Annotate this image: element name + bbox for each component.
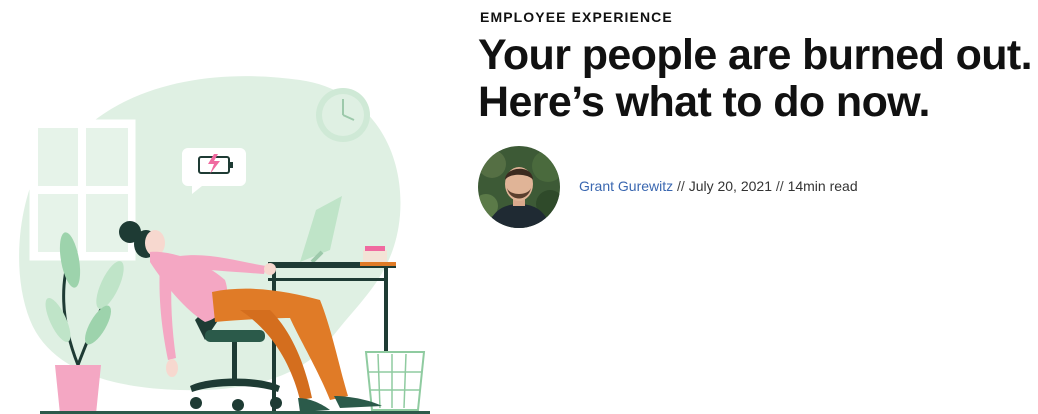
desk-organizer: [363, 250, 387, 262]
byline: Grant Gurewitz // July 20, 2021 // 14min…: [478, 146, 1033, 228]
window: [29, 119, 136, 261]
category-label[interactable]: EMPLOYEE EXPERIENCE: [480, 9, 673, 25]
hero-illustration: [0, 0, 440, 414]
wastebasket: [364, 351, 426, 411]
read-time: 14min read: [787, 178, 858, 194]
article-title: Your people are burned out. Here’s what …: [478, 32, 1033, 126]
article-title-line-2: Here’s what to do now.: [478, 78, 930, 126]
author-avatar[interactable]: [478, 146, 560, 228]
author-link[interactable]: Grant Gurewitz: [579, 178, 673, 194]
byline-separator: //: [677, 178, 685, 194]
byline-separator: //: [775, 178, 784, 194]
publish-date: July 20, 2021: [688, 178, 772, 194]
article-title-line-1: Your people are burned out.: [478, 31, 1033, 79]
wall-clock-icon: [316, 88, 370, 142]
byline-meta: Grant Gurewitz // July 20, 2021 // 14min…: [579, 178, 858, 194]
article-header: EMPLOYEE EXPERIENCE Your people are burn…: [478, 0, 1033, 414]
